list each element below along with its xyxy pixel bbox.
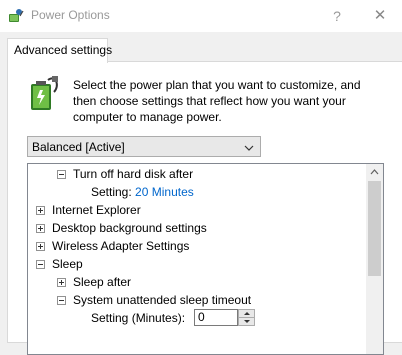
tree-item-unattended-timeout[interactable]: System unattended sleep timeout [73, 291, 251, 309]
power-options-icon [8, 8, 24, 24]
expand-icon[interactable] [36, 242, 45, 251]
expand-icon[interactable] [57, 278, 66, 287]
setting-label: Setting: [91, 185, 132, 199]
scroll-up-icon[interactable] [366, 164, 383, 181]
tree-item-sleep[interactable]: Sleep [52, 255, 83, 273]
tree-item-wireless-adapter[interactable]: Wireless Adapter Settings [52, 237, 189, 255]
tree-item-sleep-after[interactable]: Sleep after [73, 273, 131, 291]
battery-plug-icon [28, 72, 62, 112]
title-bar: Power Options ? ✕ [0, 0, 402, 32]
minutes-setting-label: Setting (Minutes): [91, 311, 186, 325]
minutes-input[interactable]: 0 [194, 309, 238, 326]
tree-item-turn-off-hard-disk[interactable]: Turn off hard disk after [73, 165, 193, 183]
tab-advanced-settings[interactable]: Advanced settings [7, 38, 112, 63]
tree-item-label: Sleep [52, 257, 83, 271]
power-plan-value: Balanced [Active] [32, 140, 125, 154]
tree-item-label: Internet Explorer [52, 203, 141, 217]
chevron-down-icon [244, 142, 254, 152]
spin-down-button[interactable] [238, 317, 255, 326]
help-button[interactable]: ? [325, 0, 349, 32]
tree-item-label: Desktop background settings [52, 221, 207, 235]
collapse-icon[interactable] [36, 260, 45, 269]
collapse-icon[interactable] [57, 296, 66, 305]
tree-item-internet-explorer[interactable]: Internet Explorer [52, 201, 141, 219]
tree-item-label: Turn off hard disk after [73, 167, 194, 181]
settings-tree[interactable]: Turn off hard disk after Setting: 20 Min… [27, 163, 384, 355]
tree-item-label: System unattended sleep timeout [73, 293, 252, 307]
power-plan-dropdown[interactable]: Balanced [Active] [27, 136, 261, 157]
vertical-scrollbar[interactable] [366, 164, 383, 354]
expand-icon[interactable] [36, 224, 45, 233]
tree-item-label: Sleep after [73, 275, 132, 289]
tree-item-desktop-background[interactable]: Desktop background settings [52, 219, 207, 237]
scrollbar-thumb[interactable] [368, 181, 381, 276]
setting-value-link[interactable]: 20 Minutes [135, 185, 194, 199]
window-title: Power Options [31, 8, 110, 22]
expand-icon[interactable] [36, 206, 45, 215]
plan-description: Select the power plan that you want to c… [73, 78, 361, 124]
close-button[interactable]: ✕ [368, 0, 392, 32]
tree-item-label: Wireless Adapter Settings [52, 239, 190, 253]
tab-advanced-settings-label: Advanced settings [14, 43, 113, 57]
advanced-settings-panel: Select the power plan that you want to c… [7, 61, 402, 355]
collapse-icon[interactable] [57, 170, 66, 179]
tree-item-hard-disk-setting[interactable]: Setting: 20 Minutes [91, 183, 194, 201]
